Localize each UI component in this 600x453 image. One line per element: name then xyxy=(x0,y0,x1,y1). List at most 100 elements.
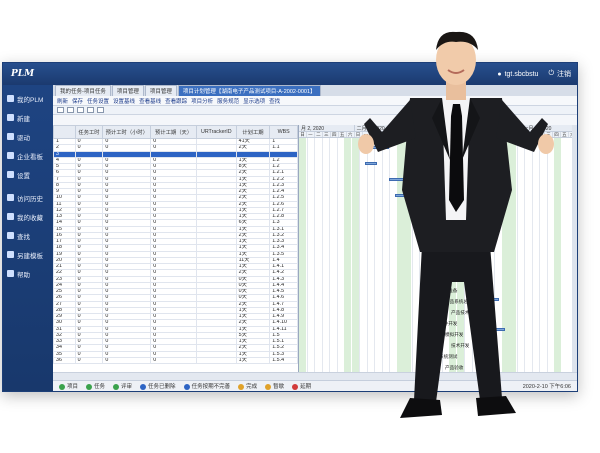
legend-item: 完成 xyxy=(238,382,257,390)
gantt-gridline xyxy=(306,138,308,388)
sidebar-item[interactable]: 新建 xyxy=(3,108,53,127)
gantt-weekend-column xyxy=(344,138,351,388)
presenter-photo xyxy=(358,31,554,418)
sidebar-item[interactable]: 查找 xyxy=(3,226,53,245)
table-cell: 1天 xyxy=(235,356,271,365)
legend-item: 暂歇 xyxy=(265,382,284,390)
stage: PLM ● tgt.sbcbstu ⏻ 注销 我的PLM 新建 驱动 企业看板 设置 访问历史… xyxy=(0,0,600,453)
legend-dot-icon xyxy=(140,383,147,390)
legend-label: 任务已删除 xyxy=(148,384,176,390)
indent-button[interactable] xyxy=(77,107,84,113)
gantt-day: 三 xyxy=(323,132,331,137)
vertical-scrollbar[interactable] xyxy=(572,125,577,388)
table-cell: 0 xyxy=(102,356,152,365)
toolbar-link[interactable]: 服务规范 xyxy=(217,97,239,105)
task-table: 任务工时 预计工时（小时） 预计工期（天） URTrackerID 计划工期 WBS 10… xyxy=(53,125,298,365)
sidebar-item-icon xyxy=(7,213,14,220)
sidebar-item[interactable]: 我的收藏 xyxy=(3,207,53,226)
column-header[interactable]: WBS xyxy=(269,125,298,139)
legend-dot-icon xyxy=(59,383,65,390)
tab[interactable]: 我的任务-项目任务 xyxy=(55,85,111,96)
legend-item: 任务 xyxy=(86,382,105,390)
legend-label: 完成 xyxy=(246,384,258,390)
sidebar-item-icon xyxy=(7,152,14,159)
toolbar-link[interactable]: 查找 xyxy=(269,97,280,105)
sidebar-item[interactable]: 我的PLM xyxy=(3,89,53,108)
gantt-day: 日 xyxy=(299,132,307,137)
gantt-gridline xyxy=(336,138,338,388)
toolbar-link[interactable]: 显示选项 xyxy=(243,97,265,105)
gantt-month: 月 2, 2020 xyxy=(299,125,355,131)
sidebar-item-icon xyxy=(7,270,14,277)
legend-label: 项目 xyxy=(67,384,79,390)
sidebar-item-label: 设置 xyxy=(17,172,30,180)
legend-label: 延期 xyxy=(300,384,312,390)
sidebar-item-label: 我的收藏 xyxy=(17,214,43,222)
sidebar-item-icon xyxy=(7,194,14,201)
legend-dot-icon xyxy=(265,383,272,390)
sidebar-item-icon xyxy=(7,251,14,258)
toolbar-link[interactable]: 设置基线 xyxy=(113,97,135,105)
toolbar-link[interactable]: 刷新 xyxy=(57,97,68,105)
sidebar-item-icon xyxy=(7,232,14,239)
table-cell: 1.5.4 xyxy=(269,356,298,365)
column-header[interactable]: URTrackerID xyxy=(195,125,237,139)
sidebar: 我的PLM 新建驱动企业看板设置访问历史我的收藏查找另建模板帮助 xyxy=(3,85,53,391)
legend-item: 延期 xyxy=(292,382,311,390)
sidebar-item-label: 另建模板 xyxy=(17,252,43,260)
tab[interactable]: 项目管理 xyxy=(144,85,177,96)
gantt-gridline xyxy=(314,138,315,388)
sidebar-item-label: 访问历史 xyxy=(17,195,43,203)
gantt-day: 五 xyxy=(561,132,569,137)
legend-dot-icon xyxy=(292,383,299,390)
logo: PLM xyxy=(11,69,35,79)
gantt-day: 一 xyxy=(307,132,315,137)
sidebar-item-label: 新建 xyxy=(17,115,30,123)
sidebar-item[interactable]: 另建模板 xyxy=(3,245,53,264)
sidebar-item-icon xyxy=(7,171,14,178)
sidebar-item-icon xyxy=(7,133,14,140)
link-button[interactable] xyxy=(97,107,104,113)
sidebar-item[interactable]: 驱动 xyxy=(3,127,53,146)
column-header[interactable]: 任务工时 xyxy=(74,125,104,139)
toolbar-link[interactable]: 保存 xyxy=(72,97,83,105)
legend-label: 任务按期不完善 xyxy=(191,384,231,390)
gantt-weekend-column xyxy=(299,138,306,388)
gantt-gridline xyxy=(321,138,323,388)
legend-dot-icon xyxy=(183,383,190,390)
legend-dot-icon xyxy=(86,383,93,390)
sidebar-item-icon xyxy=(7,95,14,102)
legend-item: 项目 xyxy=(59,382,78,390)
table-row[interactable]: 36 0 0 0 1天 1.5.4 xyxy=(53,356,298,365)
outdent-button[interactable] xyxy=(87,107,94,113)
table-cell: 0 xyxy=(74,356,104,365)
column-header[interactable]: 计划工期 xyxy=(235,125,271,139)
legend-label: 评审 xyxy=(121,384,133,390)
zoom-in-button[interactable] xyxy=(57,107,64,113)
sidebar-item[interactable]: 设置 xyxy=(3,165,53,184)
toolbar-link[interactable]: 查看跟踪 xyxy=(165,97,187,105)
tab[interactable]: 项目计划管理【湖南电子产品测试项目-A-2002-0001】 xyxy=(177,85,321,96)
sidebar-item-label: 驱动 xyxy=(17,134,30,142)
column-header[interactable]: 预计工时（小时） xyxy=(102,125,152,139)
toolbar-link[interactable]: 项目分析 xyxy=(191,97,213,105)
legend-label: 暂歇 xyxy=(273,384,285,390)
sidebar-item[interactable]: 企业看板 xyxy=(3,146,53,165)
sidebar-item-icon xyxy=(7,114,14,121)
column-header[interactable] xyxy=(53,125,76,139)
column-header[interactable]: 预计工期（天） xyxy=(150,125,197,139)
sidebar-item-label: 查找 xyxy=(17,233,30,241)
zoom-out-button[interactable] xyxy=(67,107,74,113)
legend-item: 评审 xyxy=(113,382,132,390)
task-grid: 任务工时 预计工时（小时） 预计工期（天） URTrackerID 计划工期 WBS 10… xyxy=(53,125,299,388)
sidebar-item[interactable]: 帮助 xyxy=(3,264,53,283)
toolbar-link[interactable]: 查看基线 xyxy=(139,97,161,105)
sidebar-item-label: 企业看板 xyxy=(17,153,43,161)
gantt-day: 二 xyxy=(315,132,323,137)
table-cell: 0 xyxy=(150,356,197,365)
sidebar-item[interactable]: 访问历史 xyxy=(3,188,53,207)
toolbar-link[interactable]: 任务设置 xyxy=(87,97,109,105)
legend-dot-icon xyxy=(238,383,245,390)
legend-dot-icon xyxy=(113,383,120,390)
tab[interactable]: 项目管理 xyxy=(111,85,144,96)
